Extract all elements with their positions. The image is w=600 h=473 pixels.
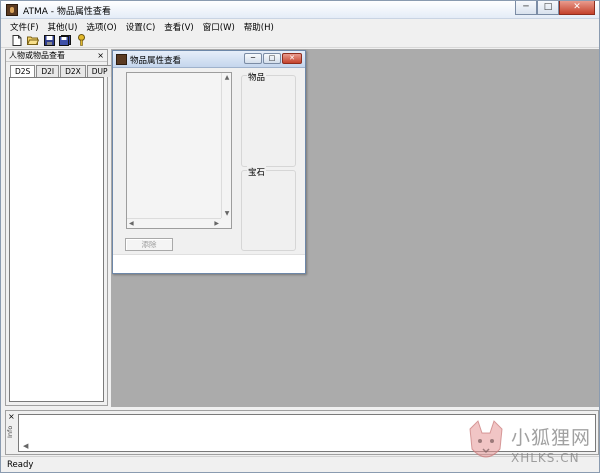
title-bar[interactable]: ATMA - 物品属性查看 ─ □ ✕: [1, 1, 599, 19]
child-window-title: 物品属性查看: [130, 56, 182, 66]
info-close-icon[interactable]: ×: [8, 412, 15, 421]
delete-button[interactable]: 添除: [125, 238, 173, 251]
dock-title-text: 人物或物品查看: [9, 51, 65, 60]
child-close-button[interactable]: ✕: [282, 53, 302, 64]
menu-window[interactable]: 窗口(W): [199, 19, 240, 34]
menu-help[interactable]: 帮助(H): [240, 19, 279, 34]
horizontal-scrollbar[interactable]: ◀ ▶: [127, 218, 221, 228]
scroll-left-icon[interactable]: ◀: [129, 220, 134, 227]
info-scroll-left-icon[interactable]: ◀: [23, 442, 28, 450]
tab-dup[interactable]: DUP: [86, 65, 113, 77]
menu-file[interactable]: 文件(F): [6, 19, 44, 34]
child-minimize-button[interactable]: ─: [244, 53, 262, 64]
new-icon[interactable]: [11, 34, 23, 46]
save-icon[interactable]: [43, 34, 55, 46]
character-item-dock: 人物或物品查看 × D2S D2I D2X DUP: [5, 49, 113, 406]
info-panel: × Info ◀: [5, 410, 599, 455]
dock-title: 人物或物品查看 ×: [6, 50, 107, 62]
status-bar: Ready: [1, 456, 599, 472]
vertical-scrollbar[interactable]: ▲ ▼: [221, 73, 231, 218]
menu-bar: 文件(F) 其他(U) 选项(O) 设置(C) 查看(V) 窗口(W) 帮助(H…: [1, 19, 599, 34]
info-output[interactable]: ◀: [18, 414, 596, 452]
app-icon: [6, 4, 18, 16]
window-title: ATMA - 物品属性查看: [23, 7, 111, 17]
scroll-up-icon[interactable]: ▲: [222, 74, 232, 81]
menu-other[interactable]: 其他(U): [44, 19, 83, 34]
scroll-down-icon[interactable]: ▼: [222, 210, 232, 217]
info-panel-label: Info: [6, 425, 14, 438]
item-listbox[interactable]: ▲ ▼ ◀ ▶: [126, 72, 232, 229]
scroll-right-icon[interactable]: ▶: [214, 220, 219, 227]
child-footer: [113, 254, 305, 273]
file-list[interactable]: [9, 77, 104, 402]
minimize-button[interactable]: ─: [515, 1, 537, 15]
toolbar: [1, 34, 599, 48]
maximize-button[interactable]: □: [537, 1, 559, 15]
menu-view[interactable]: 查看(V): [160, 19, 198, 34]
tab-d2i[interactable]: D2I: [36, 65, 60, 77]
key-icon[interactable]: [75, 34, 87, 46]
dock-close-icon[interactable]: ×: [97, 50, 104, 62]
gems-group-label: 宝石: [247, 166, 267, 178]
status-text: Ready: [7, 460, 34, 470]
window-controls: ─ □ ✕: [515, 1, 595, 15]
gems-group: 宝石: [241, 166, 296, 251]
close-button[interactable]: ✕: [559, 1, 595, 15]
item-properties-window: 物品属性查看 ─ □ ✕ ▲ ▼ ◀ ▶ 物品 宝石 添除: [112, 50, 306, 274]
child-title-bar[interactable]: 物品属性查看 ─ □ ✕: [113, 51, 305, 68]
child-app-icon: [116, 54, 127, 65]
atma-application-window: ATMA - 物品属性查看 ─ □ ✕ 文件(F) 其他(U) 选项(O) 设置…: [0, 0, 600, 473]
tab-d2x[interactable]: D2X: [60, 65, 86, 77]
child-window-controls: ─ □ ✕: [244, 53, 302, 64]
items-group-label: 物品: [247, 71, 267, 83]
items-group: 物品: [241, 71, 296, 167]
save-all-icon[interactable]: [59, 34, 71, 46]
open-icon[interactable]: [27, 34, 39, 46]
dock-tabs: D2S D2I D2X DUP: [6, 62, 113, 78]
menu-options[interactable]: 选项(O): [82, 19, 121, 34]
child-maximize-button[interactable]: □: [263, 53, 281, 64]
menu-settings[interactable]: 设置(C): [122, 19, 161, 34]
